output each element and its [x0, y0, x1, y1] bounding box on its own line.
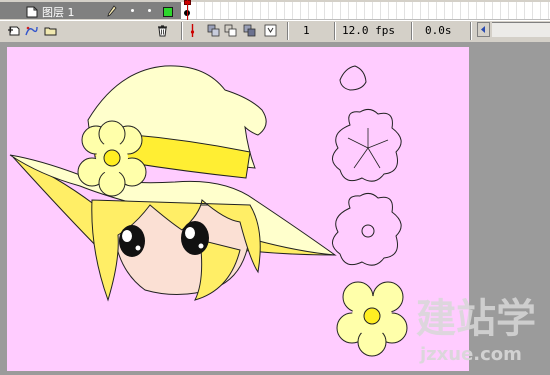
- right-eye: [181, 221, 209, 255]
- petal-outline: [339, 65, 367, 91]
- flower-outline-1: [332, 108, 402, 182]
- left-eye: [119, 225, 145, 257]
- watermark: 建站学 jzxue.com: [410, 288, 550, 371]
- watermark-logo: 建站学 jzxue.com: [416, 296, 536, 365]
- watermark-logo-text: 建站学: [416, 296, 536, 342]
- watermark-url: jzxue.com: [419, 344, 522, 365]
- flower-filled: [336, 281, 408, 357]
- flower-outline-2: [332, 192, 402, 266]
- hat-flower: [77, 120, 147, 197]
